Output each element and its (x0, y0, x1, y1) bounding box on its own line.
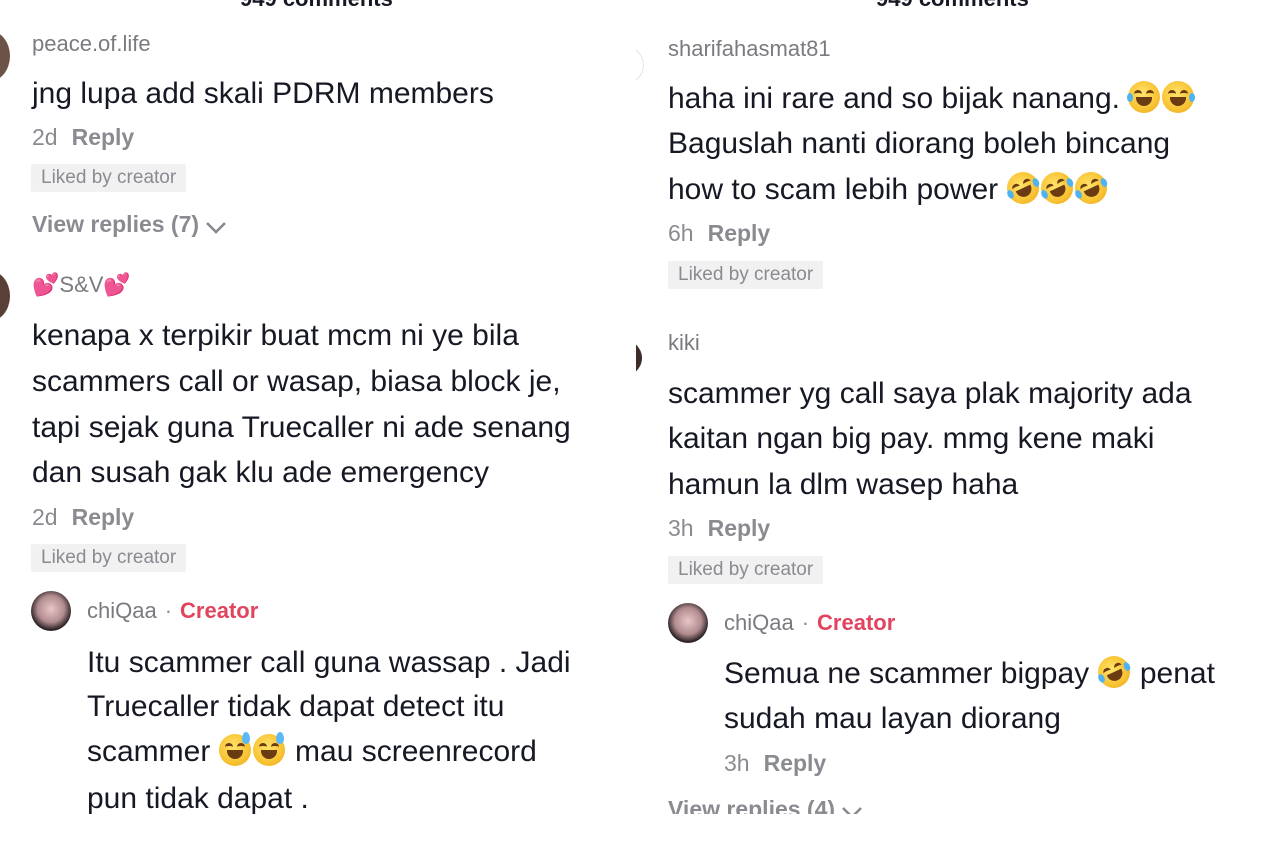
comment-text-line: dan susah gak klu ade emergency (32, 456, 489, 489)
creator-username[interactable]: chiQaa (724, 610, 794, 635)
view-replies-button[interactable]: View replies (4) (668, 796, 863, 814)
comment-text-line: kenapa x terpikir buat mcm ni ye bila (32, 319, 519, 352)
grinning-sweat-emoji (252, 732, 285, 766)
reply-text-fragment: scammer (87, 735, 211, 768)
liked-by-creator-badge: Liked by creator (31, 544, 187, 572)
creator-avatar[interactable] (668, 603, 708, 643)
comment-username[interactable]: 💕S&V💕 (32, 272, 131, 298)
reply-button[interactable]: Reply (708, 220, 771, 246)
reply-text-line: pun tidak dapat . (87, 782, 309, 815)
separator-dot: · (801, 610, 810, 635)
comment-text-line: how to scam lebih power (668, 166, 1112, 212)
liked-by-creator-badge: Liked by creator (668, 261, 824, 289)
creator-badge: Creator (180, 598, 259, 623)
comment-meta: 2d Reply (32, 504, 134, 531)
comment-text: jng lupa add skali PDRM members (32, 77, 494, 110)
reply-text-line: Itu scammer call guna wassap . Jadi (87, 646, 571, 679)
separator-dot: · (164, 598, 173, 623)
reply-button[interactable]: Reply (72, 504, 135, 530)
liked-by-creator-badge: Liked by creator (668, 556, 824, 584)
reply-text-fragment: mau screenrecord (295, 735, 537, 768)
left-comments-panel: 949 comments peace.of.life jng lupa add … (0, 0, 628, 853)
creator-header: chiQaa · Creator (724, 610, 895, 636)
reply-meta: 3h Reply (724, 750, 826, 777)
comment-meta: 2d Reply (32, 124, 134, 151)
reply-text-fragment: penat (1139, 657, 1215, 690)
comment-meta: 6h Reply (668, 220, 770, 247)
smile-emoji (1127, 81, 1161, 113)
comment-time: 3h (668, 515, 694, 541)
reply-button[interactable]: Reply (72, 124, 135, 150)
comment-text-line: scammers call or wasap, biasa block je, (32, 365, 561, 398)
comment-count: 949 comments (876, 0, 1029, 12)
reply-text-line: sudah mau layan diorang (724, 702, 1061, 735)
creator-avatar[interactable] (31, 591, 71, 631)
reply-text-line: scammer mau screenrecord (87, 729, 537, 774)
reply-time: 3h (724, 750, 750, 776)
rofl-emoji (1001, 166, 1044, 210)
view-replies-button[interactable]: View replies (7) (32, 211, 227, 238)
smile-emoji (1162, 81, 1196, 113)
rofl-emoji (1035, 166, 1078, 210)
comment-time: 6h (668, 220, 694, 246)
reply-text-line: Truecaller tidak dapat detect itu (87, 690, 505, 723)
comment-count: 949 comments (240, 0, 393, 12)
reply-button[interactable]: Reply (764, 750, 827, 776)
comment-time: 2d (32, 504, 58, 530)
avatar[interactable] (636, 338, 642, 378)
comment-text-line: kaitan ngan big pay. mmg kene maki (668, 422, 1155, 455)
creator-badge: Creator (817, 610, 896, 635)
avatar[interactable] (636, 44, 644, 86)
comment-text-line: hamun la dlm wasep haha (668, 468, 1019, 501)
liked-by-creator-badge: Liked by creator (31, 164, 187, 192)
chevron-down-icon (206, 221, 226, 234)
view-replies-label: View replies (4) (668, 796, 836, 814)
comment-text-fragment: haha ini rare and so bijak nanang. (668, 82, 1120, 115)
reply-text-line: Semua ne scammer bigpay penat (724, 650, 1215, 696)
comment-username[interactable]: peace.of.life (32, 31, 151, 57)
avatar[interactable] (0, 30, 10, 82)
rofl-emoji (1069, 166, 1112, 210)
comment-text-line: scammer yg call saya plak majority ada (668, 377, 1192, 410)
reply-button[interactable]: Reply (708, 515, 771, 541)
comment-text-line: Baguslah nanti diorang boleh bincang (668, 127, 1171, 160)
avatar[interactable] (0, 270, 10, 322)
rofl-emoji (1092, 650, 1135, 694)
comment-time: 2d (32, 124, 58, 150)
comment-username[interactable]: sharifahasmat81 (668, 36, 831, 62)
comment-username[interactable]: kiki (668, 330, 700, 356)
comment-meta: 3h Reply (668, 515, 770, 542)
right-comments-panel: 949 comments sharifahasmat81 haha ini ra… (636, 0, 1280, 853)
view-replies-label: View replies (7) (32, 211, 200, 237)
grinning-sweat-emoji (218, 732, 251, 766)
comment-text-line: tapi sejak guna Truecaller ni ade senang (32, 411, 571, 444)
creator-username[interactable]: chiQaa (87, 598, 157, 623)
reply-text-fragment: Semua ne scammer bigpay (724, 657, 1090, 690)
chevron-down-icon (842, 806, 862, 814)
creator-header: chiQaa · Creator (87, 598, 258, 624)
panel-divider (630, 0, 634, 853)
comment-text-line: haha ini rare and so bijak nanang. (668, 76, 1196, 121)
comment-text-fragment: how to scam lebih power (668, 173, 999, 206)
